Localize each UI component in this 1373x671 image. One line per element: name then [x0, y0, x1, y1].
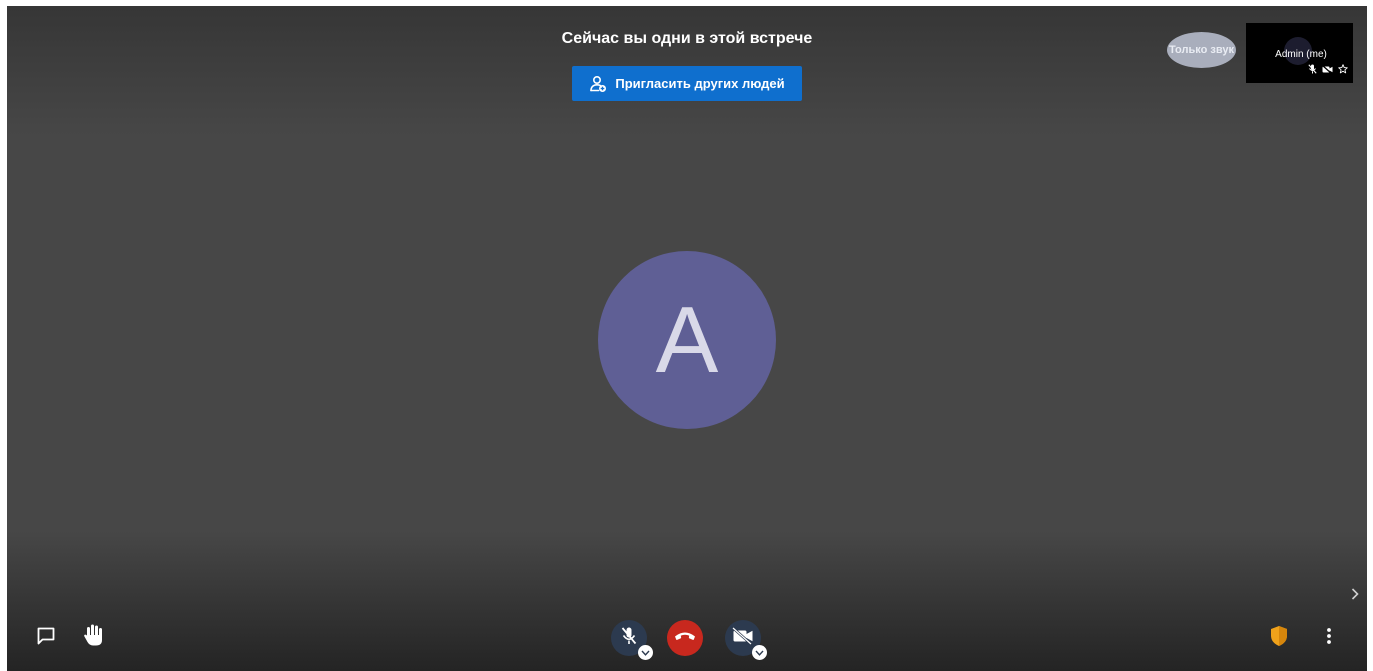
- hangup-button[interactable]: [667, 620, 703, 656]
- chevron-right-icon[interactable]: [1351, 587, 1359, 605]
- more-actions-button[interactable]: [1319, 626, 1339, 650]
- security-options-button[interactable]: [1269, 625, 1289, 652]
- alone-in-meeting-message: Сейчас вы одни в этой встрече: [561, 30, 813, 47]
- hangup-icon: [674, 629, 696, 647]
- invite-people-label: Пригласить других людей: [615, 76, 785, 91]
- participant-avatar: A: [598, 251, 776, 429]
- security-shield-icon: [1270, 625, 1288, 652]
- mic-muted-indicator-icon: [1308, 61, 1317, 79]
- chat-button[interactable]: [33, 626, 59, 650]
- avatar-letter: A: [655, 287, 719, 392]
- audio-only-toggle[interactable]: Только звук: [1167, 32, 1236, 68]
- more-vertical-icon: [1326, 627, 1332, 650]
- conference-stage: Сейчас вы одни в этой встрече Пригласить…: [7, 6, 1367, 671]
- invite-people-button[interactable]: Пригласить других людей: [572, 66, 802, 101]
- star-icon: [1338, 61, 1348, 79]
- camera-off-icon: [732, 626, 754, 650]
- self-display-name: Admin (me): [1275, 49, 1327, 60]
- self-status-indicators: [1308, 61, 1348, 79]
- microphone-options-chevron-down-icon[interactable]: [638, 645, 653, 660]
- microphone-toggle-button[interactable]: [611, 620, 653, 660]
- camera-toggle-button[interactable]: [725, 620, 767, 660]
- raise-hand-button[interactable]: [81, 624, 107, 650]
- camera-options-chevron-down-icon[interactable]: [752, 645, 767, 660]
- raise-hand-icon: [83, 623, 105, 652]
- audio-only-label: Только звук: [1169, 44, 1234, 56]
- camera-off-indicator-icon: [1322, 61, 1333, 79]
- invite-person-icon: [589, 75, 607, 93]
- local-video-tile[interactable]: Admin (me): [1246, 23, 1353, 83]
- microphone-muted-icon: [620, 626, 638, 651]
- chat-icon: [36, 626, 56, 651]
